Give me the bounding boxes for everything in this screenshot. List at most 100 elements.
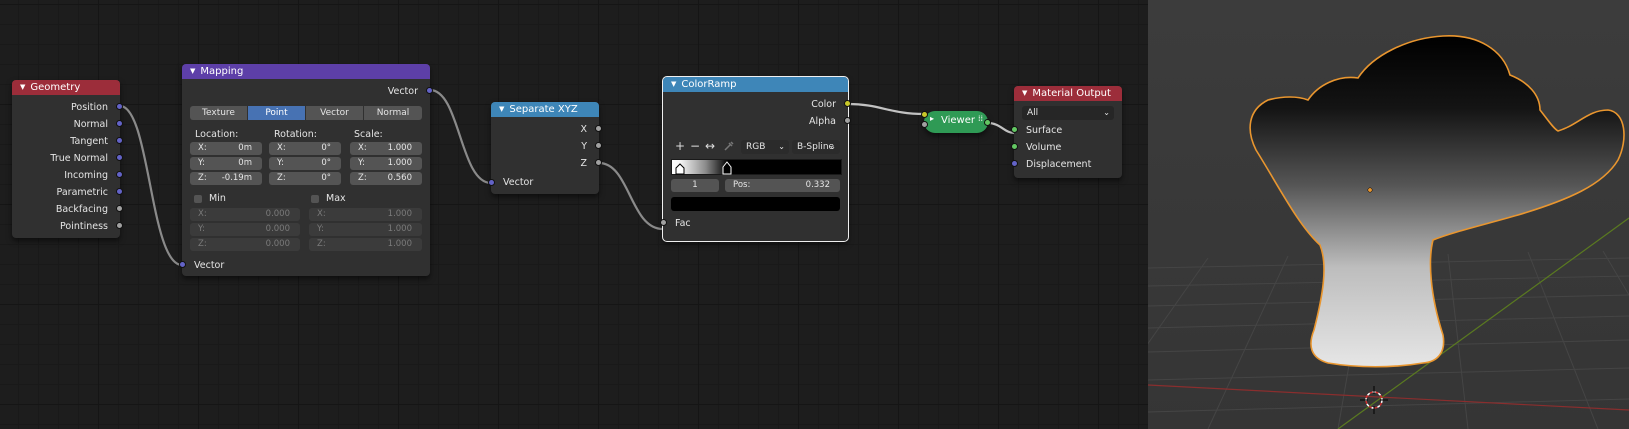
viewer-activate-icon[interactable]: ⁞⁞ — [978, 114, 983, 123]
node-title: ColorRamp — [681, 79, 737, 90]
triangle-right-icon[interactable]: ▸ — [930, 114, 934, 123]
mode-texture-button[interactable]: Texture — [190, 106, 247, 120]
viewer-node[interactable]: ▸ Viewer ⁞⁞ — [921, 111, 991, 133]
min-z-field[interactable]: Z: 0.000 — [190, 238, 300, 251]
node-title: Material Output — [1032, 88, 1111, 99]
scale-x-field[interactable]: X: 1.000 — [350, 142, 422, 155]
geometry-node-header[interactable]: ▼ Geometry — [12, 80, 120, 95]
mode-vector-button[interactable]: Vector — [306, 106, 363, 120]
rotation-x-field[interactable]: X: 0° — [269, 142, 341, 155]
location-label: Location: — [195, 129, 239, 140]
triangle-down-icon[interactable]: ▼ — [499, 105, 504, 113]
output-target-dropdown[interactable]: All ⌄ — [1022, 106, 1114, 120]
input-socket-vector[interactable] — [179, 261, 186, 268]
add-stop-button[interactable]: + — [675, 140, 685, 152]
input-socket-alpha[interactable] — [921, 121, 928, 128]
socket-label-surface: Surface — [1026, 125, 1063, 136]
remove-stop-button[interactable]: − — [690, 140, 700, 152]
socket-label-pointiness: Pointiness — [60, 221, 108, 232]
output-socket-pointiness[interactable] — [116, 222, 123, 229]
input-socket-displacement[interactable] — [1011, 160, 1018, 167]
socket-label-alpha: Alpha — [808, 116, 836, 127]
node-title: Separate XYZ — [509, 104, 578, 115]
stop-position-field[interactable]: Pos: 0.332 — [725, 179, 840, 192]
socket-label-volume: Volume — [1026, 142, 1062, 153]
color-mode-dropdown[interactable]: RGB ⌄ — [741, 140, 789, 154]
separate-xyz-node[interactable]: ▼ Separate XYZ X Y Z Vector — [488, 102, 602, 194]
triangle-down-icon[interactable]: ▼ — [671, 80, 676, 88]
colorramp-node[interactable]: ▼ ColorRamp Color Alpha + − ↔ RGB ⌄ B-Spli… — [660, 76, 851, 242]
scale-z-field[interactable]: Z: 0.560 — [350, 172, 422, 185]
output-socket-z[interactable] — [595, 159, 602, 166]
location-z-field[interactable]: Z: -0.19m — [190, 172, 262, 185]
output-socket-normal[interactable] — [116, 120, 123, 127]
colorramp-node-header[interactable]: ▼ ColorRamp — [663, 77, 848, 92]
mapping-node[interactable]: ▼ Mapping Vector Texture Point Vector Nor… — [179, 64, 433, 276]
output-socket-parametric[interactable] — [116, 188, 123, 195]
color-stop-1[interactable] — [722, 161, 732, 178]
triangle-down-icon[interactable]: ▼ — [1022, 89, 1027, 97]
max-z-field[interactable]: Z: 1.000 — [309, 238, 422, 251]
triangle-down-icon[interactable]: ▼ — [20, 83, 25, 91]
interpolation-dropdown[interactable]: B-Spline ⌄ — [792, 140, 840, 154]
min-y-field[interactable]: Y: 0.000 — [190, 223, 300, 236]
mode-normal-button[interactable]: Normal — [364, 106, 422, 120]
min-label: Min — [209, 193, 226, 204]
3d-viewport[interactable] — [1148, 0, 1629, 429]
color-ramp-gradient[interactable] — [671, 159, 842, 175]
mode-point-button[interactable]: Point — [248, 106, 305, 120]
node-title: Viewer — [941, 115, 975, 126]
socket-label-vector-in: Vector — [194, 260, 225, 271]
link-color-viewer — [847, 102, 925, 116]
stop-color-swatch[interactable] — [671, 197, 840, 211]
mapping-node-header[interactable]: ▼ Mapping — [182, 64, 430, 79]
geometry-node[interactable]: ▼ Geometry Position Normal Tangent True N… — [12, 80, 123, 238]
input-socket-volume[interactable] — [1011, 143, 1018, 150]
node-editor[interactable]: ▼ Geometry Position Normal Tangent True N… — [0, 0, 1148, 429]
max-label: Max — [326, 193, 346, 204]
output-socket-color[interactable] — [844, 100, 851, 107]
location-x-field[interactable]: X: 0m — [190, 142, 262, 155]
output-socket-shader[interactable] — [984, 119, 991, 126]
rotation-y-field[interactable]: Y: 0° — [269, 157, 341, 170]
output-socket-true-normal[interactable] — [116, 154, 123, 161]
triangle-down-icon[interactable]: ▼ — [190, 67, 195, 75]
input-socket-surface[interactable] — [1011, 126, 1018, 133]
max-x-field[interactable]: X: 1.000 — [309, 208, 422, 221]
node-links — [119, 88, 1015, 267]
stop-index-field[interactable]: 1 — [671, 179, 719, 192]
chevron-down-icon: ⌄ — [1103, 108, 1110, 117]
min-x-field[interactable]: X: 0.000 — [190, 208, 300, 221]
input-socket-fac[interactable] — [660, 219, 667, 226]
output-socket-incoming[interactable] — [116, 171, 123, 178]
socket-label-backfacing: Backfacing — [55, 204, 108, 215]
socket-label-tangent: Tangent — [70, 136, 108, 147]
socket-label-vector-out: Vector — [387, 86, 418, 97]
min-checkbox[interactable] — [194, 195, 202, 203]
location-y-field[interactable]: Y: 0m — [190, 157, 262, 170]
flip-ramp-button[interactable]: ↔ — [705, 140, 715, 152]
separate-xyz-node-header[interactable]: ▼ Separate XYZ — [491, 102, 599, 117]
output-socket-alpha[interactable] — [844, 117, 851, 124]
material-output-node[interactable]: ▼ Material Output All ⌄ Surface Volume Dis… — [1011, 86, 1122, 178]
output-socket-y[interactable] — [595, 142, 602, 149]
scale-y-field[interactable]: Y: 1.000 — [350, 157, 422, 170]
color-stop-0[interactable] — [675, 163, 685, 178]
input-socket-color[interactable] — [921, 111, 928, 118]
socket-label-x: X — [580, 124, 587, 135]
output-socket-x[interactable] — [595, 125, 602, 132]
material-output-node-header[interactable]: ▼ Material Output — [1014, 86, 1122, 101]
scale-label: Scale: — [354, 129, 383, 140]
output-socket-backfacing[interactable] — [116, 205, 123, 212]
rotation-z-field[interactable]: Z: 0° — [269, 172, 341, 185]
socket-label-vector-in: Vector — [503, 177, 534, 188]
max-y-field[interactable]: Y: 1.000 — [309, 223, 422, 236]
input-socket-vector[interactable] — [488, 179, 495, 186]
socket-label-position: Position — [71, 102, 108, 113]
output-socket-position[interactable] — [116, 103, 123, 110]
link-mapping-separate — [429, 88, 492, 185]
max-checkbox[interactable] — [311, 195, 319, 203]
output-socket-vector[interactable] — [426, 87, 433, 94]
output-socket-tangent[interactable] — [116, 137, 123, 144]
eyedropper-icon[interactable] — [723, 140, 735, 152]
